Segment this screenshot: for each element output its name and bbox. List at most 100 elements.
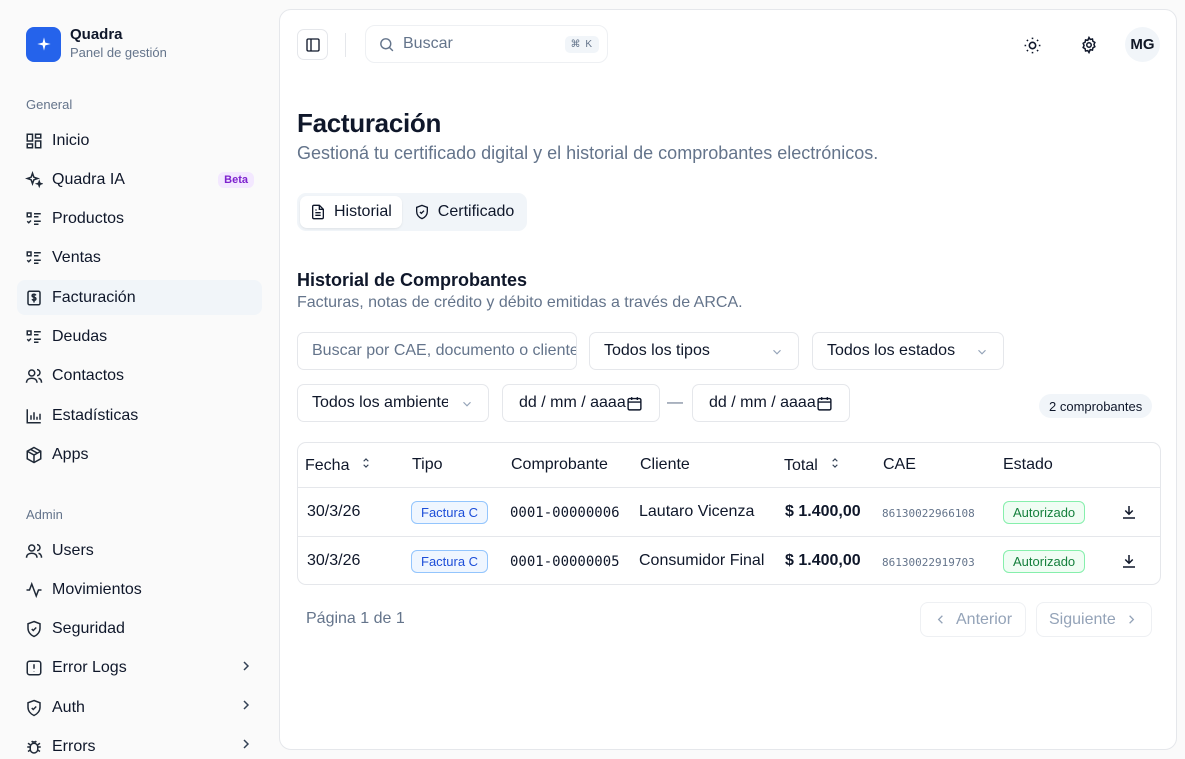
- sidebar-item-error-logs[interactable]: Error Logs: [17, 651, 262, 686]
- column-total[interactable]: Total: [784, 456, 842, 475]
- nav-admin: Admin Users Movimientos Seguridad Error …: [17, 507, 262, 759]
- column-label: Tipo: [412, 456, 443, 473]
- chevron-right-icon: [1124, 612, 1139, 627]
- column-label: CAE: [883, 456, 916, 473]
- sidebar-item-label: Inicio: [52, 131, 90, 149]
- sidebar-item-apps[interactable]: Apps: [17, 437, 262, 472]
- chevron-down-icon: [975, 345, 989, 364]
- tipo-select-value: Todos los tipos: [604, 342, 710, 359]
- cell-cliente: Consumidor Final: [639, 552, 765, 569]
- column-label: Cliente: [640, 456, 690, 473]
- invoices-table: Fecha Tipo Comprobante Cliente Total CAE…: [297, 442, 1161, 585]
- main-panel: Buscar ⌘ K MG Facturación Gestioná tu ce…: [279, 9, 1177, 750]
- avatar[interactable]: MG: [1125, 27, 1160, 62]
- alert-icon: [25, 659, 43, 677]
- column-cliente: Cliente: [640, 456, 690, 474]
- sidebar-item-productos[interactable]: Productos: [17, 202, 262, 237]
- chevron-right-icon: [238, 697, 254, 718]
- column-label: Total: [784, 456, 818, 474]
- settings-button[interactable]: [1074, 30, 1104, 60]
- page-subtitle: Gestioná tu certificado digital y el his…: [297, 143, 879, 163]
- bar-chart-icon: [25, 407, 43, 425]
- calendar-icon[interactable]: [816, 395, 833, 417]
- sidebar-item-label: Quadra IA: [52, 170, 125, 188]
- invoice-search-input[interactable]: Buscar por CAE, documento o cliente: [297, 332, 577, 370]
- brand-subtitle: Panel de gestión: [70, 45, 167, 60]
- next-page-button[interactable]: Siguiente: [1036, 602, 1152, 637]
- sidebar-item-label: Apps: [52, 445, 89, 463]
- column-label: Comprobante: [511, 456, 608, 473]
- ambiente-select[interactable]: Todos los ambientes: [297, 384, 489, 422]
- sidebar-item-users[interactable]: Users: [17, 533, 262, 568]
- sidebar-item-label: Contactos: [52, 367, 125, 385]
- table-header: Fecha Tipo Comprobante Cliente Total CAE…: [298, 443, 1160, 488]
- sort-icon[interactable]: [359, 456, 373, 475]
- sidebar-item-movimientos[interactable]: Movimientos: [17, 572, 262, 607]
- download-button[interactable]: [1117, 500, 1141, 524]
- status-badge: Autorizado: [1003, 501, 1086, 524]
- sidebar-item-quadra-ia[interactable]: Quadra IA Beta: [17, 162, 262, 197]
- column-fecha[interactable]: Fecha: [305, 456, 373, 475]
- brand-logo-icon: [26, 26, 61, 62]
- table-row[interactable]: 30/3/26 Factura C 0001-00000005 Consumid…: [298, 537, 1160, 584]
- chevron-down-icon: [460, 397, 474, 416]
- cell-total: $ 1.400,00: [785, 552, 861, 569]
- download-button[interactable]: [1117, 549, 1141, 573]
- sidebar-item-ventas[interactable]: Ventas: [17, 241, 262, 276]
- chevron-right-icon: [238, 736, 254, 757]
- theme-toggle-button[interactable]: [1017, 30, 1047, 60]
- column-cae: CAE: [883, 456, 916, 474]
- sidebar-toggle-button[interactable]: [297, 29, 328, 60]
- sidebar-item-label: Errors: [52, 737, 96, 755]
- shield-icon: [25, 620, 43, 638]
- nav-group-label-general: General: [26, 97, 73, 112]
- beta-badge: Beta: [218, 171, 254, 188]
- sparkles-icon: [25, 170, 43, 189]
- shield-icon: [25, 699, 43, 717]
- previous-label: Anterior: [956, 610, 1013, 628]
- estado-select-value: Todos los estados: [827, 342, 956, 359]
- global-search-input[interactable]: Buscar ⌘ K: [365, 25, 608, 63]
- sidebar-item-estadisticas[interactable]: Estadísticas: [17, 398, 262, 433]
- panel-left-icon: [305, 37, 321, 53]
- tab-label: Historial: [334, 203, 392, 220]
- sidebar-item-label: Productos: [52, 210, 125, 228]
- tab-historial[interactable]: Historial: [300, 196, 402, 228]
- list-icon: [25, 210, 43, 228]
- search-icon: [378, 36, 395, 53]
- download-icon: [1120, 503, 1138, 521]
- shield-check-icon: [414, 204, 430, 220]
- cell-cae: 86130022919703: [882, 556, 975, 569]
- users-icon: [25, 367, 43, 385]
- sidebar-item-contactos[interactable]: Contactos: [17, 359, 262, 394]
- sidebar-item-inicio[interactable]: Inicio: [17, 123, 262, 158]
- topbar-divider: [345, 33, 346, 57]
- activity-icon: [25, 581, 43, 599]
- column-label: Fecha: [305, 456, 350, 474]
- date-to-input[interactable]: dd / mm / aaaa: [692, 384, 850, 422]
- sidebar-item-deudas[interactable]: Deudas: [17, 319, 262, 354]
- sidebar-item-errors[interactable]: Errors: [17, 729, 262, 759]
- cell-cae: 86130022966108: [882, 507, 975, 520]
- section-subtitle: Facturas, notas de crédito y débito emit…: [297, 294, 743, 311]
- sidebar-item-auth[interactable]: Auth: [17, 690, 262, 725]
- sidebar-item-label: Estadísticas: [52, 406, 139, 424]
- nav-group-label-admin: Admin: [26, 507, 63, 522]
- sidebar-item-seguridad[interactable]: Seguridad: [17, 612, 262, 647]
- previous-page-button[interactable]: Anterior: [920, 602, 1026, 637]
- sidebar-item-facturacion[interactable]: Facturación: [17, 280, 262, 316]
- next-label: Siguiente: [1049, 610, 1116, 628]
- sidebar-item-label: Deudas: [52, 327, 108, 345]
- date-from-value: dd / mm / aaaa: [519, 394, 626, 411]
- date-from-input[interactable]: dd / mm / aaaa: [502, 384, 660, 422]
- invoice-search-placeholder: Buscar por CAE, documento o cliente: [312, 342, 577, 359]
- table-row[interactable]: 30/3/26 Factura C 0001-00000006 Lautaro …: [298, 488, 1160, 537]
- sidebar-item-label: Auth: [52, 698, 85, 716]
- tipo-select[interactable]: Todos los tipos: [589, 332, 799, 370]
- calendar-icon[interactable]: [626, 395, 643, 417]
- sort-icon[interactable]: [828, 456, 842, 475]
- estado-select[interactable]: Todos los estados: [812, 332, 1004, 370]
- tab-certificado[interactable]: Certificado: [404, 196, 524, 228]
- tipo-badge: Factura C: [411, 501, 489, 524]
- brand[interactable]: Quadra Panel de gestión: [26, 26, 167, 62]
